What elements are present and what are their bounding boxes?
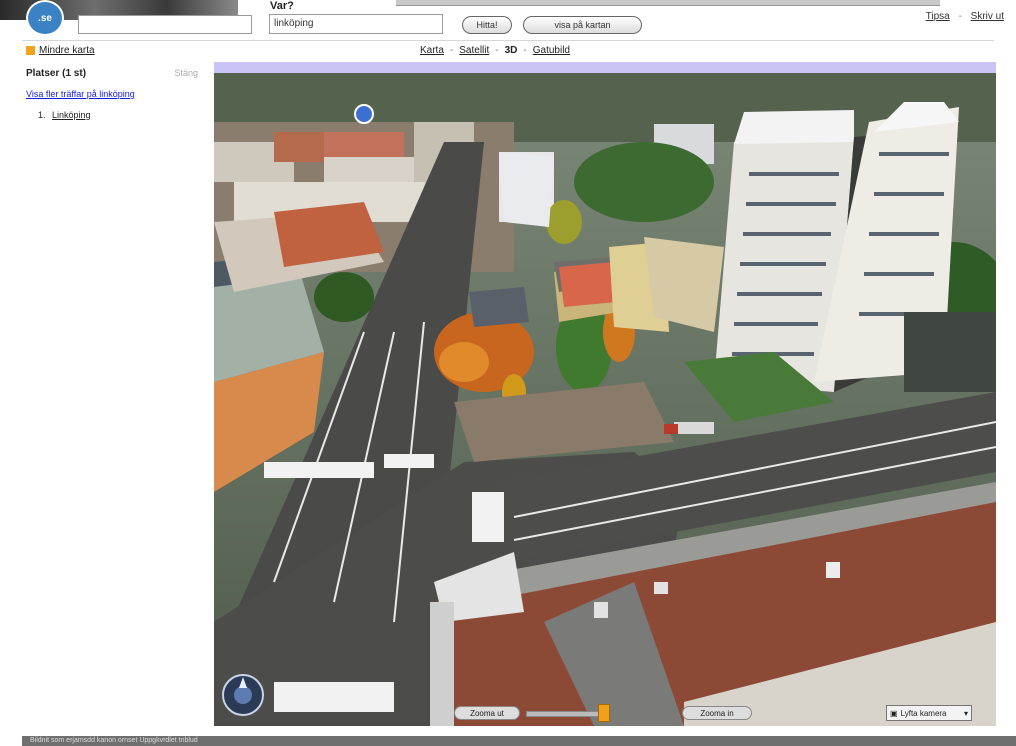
map-top-strip [214, 62, 996, 73]
zoom-in-button[interactable]: Zooma in [682, 706, 752, 720]
tip-link[interactable]: Tipsa [926, 11, 950, 22]
results-sidebar: Platser (1 st) Stäng Visa fler träffar p… [22, 62, 212, 726]
show-on-map-button[interactable]: visa på kartan [523, 16, 642, 34]
tab-map[interactable]: Karta [420, 45, 444, 56]
where-label: Var? [270, 0, 294, 12]
results-title: Platser (1 st) [26, 68, 87, 79]
top-links: Tipsa - Skriv ut [926, 11, 1004, 22]
link-separator: - [958, 11, 962, 22]
tab-3d[interactable]: 3D [505, 45, 518, 56]
close-sidebar-link[interactable]: Stäng [174, 68, 198, 78]
zoom-slider-handle[interactable] [598, 704, 610, 722]
result-index: 1. [38, 110, 46, 120]
camera-view-label: Lyfta kamera [900, 708, 947, 718]
view-bar: Mindre karta Karta - Satellit - 3D - Gat… [22, 40, 994, 62]
tab-street-view[interactable]: Gatubild [533, 45, 570, 56]
tab-separator: - [449, 45, 454, 56]
logo-text: .se [38, 12, 52, 24]
map-3d-view[interactable]: Zooma ut Zooma in ▣ Lyfta kamera ▾ [214, 62, 996, 726]
top-bar: .se Var? linköping Hitta! visa på kartan… [0, 0, 1016, 40]
zoom-slider[interactable] [526, 711, 608, 717]
more-hits-link[interactable]: Visa fler träffar på linköping [26, 89, 135, 99]
search-button[interactable]: Hitta! [462, 16, 512, 34]
where-search-input[interactable]: linköping [269, 14, 443, 34]
smaller-map-label: Mindre karta [39, 45, 95, 56]
view-tabs: Karta - Satellit - 3D - Gatubild [420, 45, 570, 56]
tab-separator: - [523, 45, 527, 56]
result-name[interactable]: Linköping [52, 110, 91, 120]
camera-icon: ▣ [890, 708, 898, 718]
tab-satellite[interactable]: Satellit [459, 45, 489, 56]
print-link[interactable]: Skriv ut [971, 11, 1004, 22]
footer-bar: Bildnit som erjamsdd kanon ornset Uppgkv… [22, 736, 1016, 746]
site-logo[interactable]: .se [26, 0, 64, 36]
camera-view-select[interactable]: ▣ Lyfta kamera ▾ [886, 705, 972, 721]
what-search-input[interactable] [78, 15, 252, 34]
page-root: .se Var? linköping Hitta! visa på kartan… [0, 0, 1016, 746]
zoom-out-button[interactable]: Zooma ut [454, 706, 520, 720]
result-item[interactable]: 1. Linköping [38, 110, 91, 120]
smaller-map-link[interactable]: Mindre karta [26, 45, 95, 56]
top-grey-bar [396, 0, 940, 6]
tab-separator: - [495, 45, 499, 56]
chevron-down-icon: ▾ [963, 708, 968, 718]
aerial-scene [214, 62, 996, 726]
where-value: linköping [274, 18, 314, 29]
collapse-icon [26, 46, 35, 55]
compass-icon[interactable] [220, 672, 266, 718]
